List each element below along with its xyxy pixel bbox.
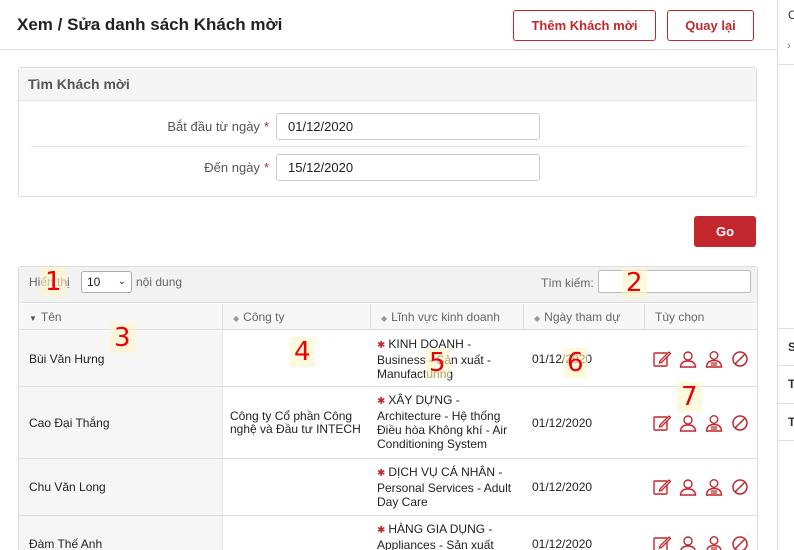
right-panel-item[interactable]: T	[788, 377, 794, 391]
cell-date: 01/12/2020	[532, 415, 593, 430]
add-guest-button[interactable]: Thêm Khách mời	[513, 10, 656, 41]
column-header-field[interactable]: ◆ Lĩnh vực kinh doanh	[371, 304, 524, 330]
table-search-input[interactable]	[598, 270, 751, 293]
to-date-label: Đến ngày *	[204, 160, 269, 175]
annotation-marker-5: 5	[425, 348, 450, 378]
table-toolbar: Hiển thị 10⌄ nội dung Tìm kiếm:	[19, 267, 757, 303]
ban-icon[interactable]	[729, 476, 751, 498]
required-mark: *	[263, 160, 269, 175]
right-side-panel: C › S T T	[777, 0, 794, 550]
annotation-marker-4: 4	[290, 337, 315, 367]
page-title: Xem / Sửa danh sách Khách mời	[17, 15, 283, 34]
cell-date: 01/12/2020	[532, 480, 593, 494]
asterisk-icon: ✱	[377, 396, 386, 407]
cell-company	[223, 459, 371, 515]
sort-icon: ◆	[534, 314, 541, 323]
cell-options	[645, 516, 757, 550]
ban-icon[interactable]	[729, 412, 751, 434]
sort-desc-icon: ▼	[29, 314, 37, 323]
annotation-marker-1: 1	[41, 267, 66, 297]
right-panel-letter: C	[788, 8, 794, 22]
asterisk-icon: ✱	[377, 340, 386, 351]
table-row: Chu Văn Long ✱ DỊCH VỤ CÁ NHÂN - Personal …	[19, 459, 757, 516]
cell-field: ✱ DỊCH VỤ CÁ NHÂN - Personal Services - A…	[377, 465, 512, 509]
page-header: Xem / Sửa danh sách Khách mời Thêm Khách…	[0, 0, 778, 50]
annotation-marker-2: 2	[622, 268, 647, 298]
main-content: Xem / Sửa danh sách Khách mời Thêm Khách…	[0, 0, 778, 550]
user-outline-icon[interactable]	[677, 412, 699, 434]
edit-icon[interactable]	[651, 533, 673, 550]
from-date-input[interactable]: 01/12/2020	[276, 113, 540, 140]
from-date-label: Bắt đầu từ ngày *	[167, 119, 269, 134]
asterisk-icon: ✱	[377, 468, 386, 479]
edit-icon[interactable]	[651, 412, 673, 434]
column-header-options: Tùy chọn	[655, 310, 705, 324]
table-search-label: Tìm kiếm:	[541, 276, 594, 290]
user-filled-icon[interactable]	[703, 533, 725, 550]
chevron-down-icon: ⌄	[117, 276, 126, 287]
cell-options	[645, 459, 757, 515]
page-size-select[interactable]: 10 ⌄	[81, 271, 132, 293]
search-guest-panel: Tìm Khách mời Bắt đầu từ ngày * 01/12/202…	[18, 67, 757, 197]
chevron-right-icon[interactable]: ›	[787, 40, 791, 52]
from-date-row: Bắt đầu từ ngày * 01/12/2020	[31, 107, 749, 147]
table-row: Đàm Thế Anh ✱ HÀNG GIA DỤNG - Appliances -…	[19, 516, 757, 550]
table-row: Cao Đại Thắng Công ty Cổ phần Công nghệ v…	[19, 387, 757, 459]
show-entries-suffix: nội dung	[136, 275, 183, 289]
annotation-marker-6: 6	[563, 348, 588, 378]
user-outline-icon[interactable]	[677, 476, 699, 498]
to-date-row: Đến ngày * 15/12/2020	[31, 148, 749, 188]
search-panel-title: Tìm Khách mời	[19, 68, 756, 101]
column-header-date[interactable]: ◆ Ngày tham dự	[524, 304, 645, 330]
guest-table: Hiển thị 10⌄ nội dung Tìm kiếm: ▼Tên ◆Cô…	[18, 266, 758, 550]
right-panel-item[interactable]: T	[788, 415, 794, 429]
user-filled-icon[interactable]	[703, 476, 725, 498]
sort-icon: ◆	[381, 314, 388, 323]
edit-icon[interactable]	[651, 348, 673, 370]
cell-date: 01/12/2020	[532, 536, 593, 550]
cell-company	[223, 516, 371, 550]
required-mark: *	[263, 119, 269, 134]
cell-name: Cao Đại Thắng	[19, 387, 223, 458]
cell-name: Chu Văn Long	[19, 459, 223, 515]
edit-icon[interactable]	[651, 476, 673, 498]
cell-field: ✱ HÀNG GIA DỤNG - Appliances - Sản xuất	[377, 522, 494, 550]
cell-options	[645, 331, 757, 386]
column-header-company[interactable]: ◆ Công ty	[223, 304, 371, 330]
asterisk-icon: ✱	[377, 525, 386, 536]
cell-name: Đàm Thế Anh	[19, 516, 223, 550]
annotation-marker-7: 7	[677, 382, 702, 412]
user-outline-icon[interactable]	[677, 348, 699, 370]
ban-icon[interactable]	[729, 533, 751, 550]
user-outline-icon[interactable]	[677, 533, 699, 550]
go-button[interactable]: Go	[694, 216, 756, 247]
ban-icon[interactable]	[729, 348, 751, 370]
right-panel-item[interactable]: S	[788, 340, 794, 354]
back-button[interactable]: Quay lại	[667, 10, 754, 41]
cell-company: Công ty Cổ phần Công nghệ và Đầu tư INTE…	[230, 408, 361, 436]
sort-icon: ◆	[233, 314, 240, 323]
annotation-marker-3: 3	[110, 323, 135, 353]
user-filled-icon[interactable]	[703, 412, 725, 434]
cell-field: ✱ XÂY DỰNG - Architecture - Hệ thống Điều…	[377, 393, 508, 451]
user-filled-icon[interactable]	[703, 348, 725, 370]
to-date-input[interactable]: 15/12/2020	[276, 154, 540, 181]
